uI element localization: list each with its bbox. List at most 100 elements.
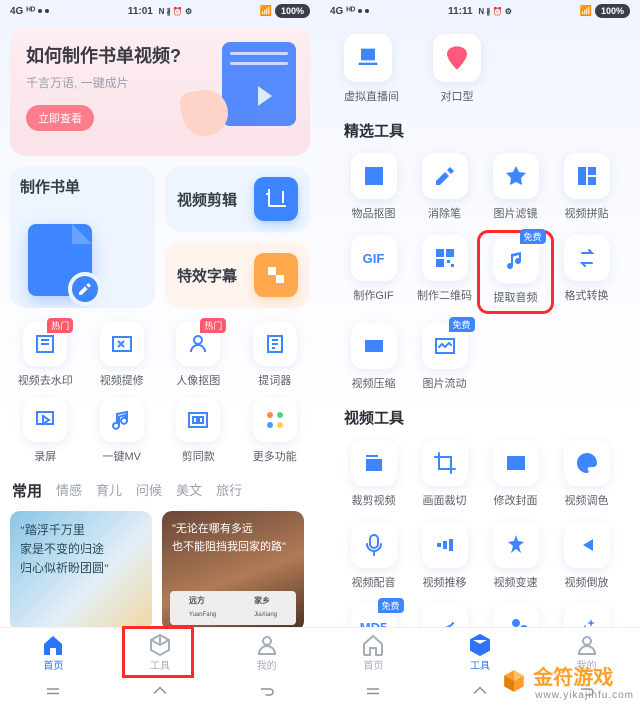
user-icon	[255, 633, 279, 657]
tool-item[interactable]: 修改封面	[482, 440, 549, 508]
tool-item[interactable]: GIF 制作GIF	[340, 235, 407, 309]
tool-icon	[564, 522, 610, 568]
tool-label: 画面裁切	[411, 492, 478, 508]
tool-item[interactable]	[482, 604, 549, 627]
feature-item[interactable]: 热门 视频去水印	[10, 322, 81, 388]
tool-icon	[351, 522, 397, 568]
hero-cta-button[interactable]: 立即查看	[26, 105, 94, 131]
nav-tools[interactable]: 工具	[130, 633, 190, 672]
tool-label: 修改封面	[482, 492, 549, 508]
ticket-graphic: 远方YuanFang 家乡JiaXiang	[170, 591, 296, 625]
sys-recents-icon[interactable]	[44, 683, 62, 701]
header-app[interactable]: 对口型	[433, 34, 481, 104]
battery-pill: 100%	[275, 4, 310, 18]
tool-icon	[564, 153, 610, 199]
feature-label: 更多功能	[240, 448, 311, 464]
user-icon	[575, 633, 599, 657]
tool-item[interactable]: 裁剪视频	[340, 440, 407, 508]
tool-label: 制作二维码	[411, 287, 478, 303]
tab-item[interactable]: 常用	[12, 480, 42, 501]
feature-icon	[100, 322, 144, 366]
tool-item[interactable]: 视频配音	[340, 522, 407, 590]
feature-item[interactable]: 提词器	[240, 322, 311, 388]
sys-back-icon[interactable]	[258, 683, 276, 701]
tool-icon	[564, 235, 610, 281]
feature-item[interactable]: 更多功能	[240, 398, 311, 464]
feature-icon	[253, 398, 297, 442]
template-card-a[interactable]: "踏浮千万里 家是不变的归途 归心似祈盼团圆"	[10, 511, 152, 627]
tool-label: 视频推移	[411, 574, 478, 590]
sys-home-icon[interactable]	[151, 683, 169, 701]
tool-item[interactable]: 物品抠图	[340, 153, 407, 221]
tool-label: 视频调色	[553, 492, 620, 508]
tab-item[interactable]: 问候	[136, 480, 162, 501]
tool-icon	[351, 440, 397, 486]
card-video-edit[interactable]: 视频剪辑	[165, 166, 310, 232]
feature-label: 视频提修	[87, 372, 158, 388]
tool-item[interactable]: 视频推移	[411, 522, 478, 590]
tool-item[interactable]: 视频调色	[553, 440, 620, 508]
tool-item[interactable]: 制作二维码	[411, 235, 478, 309]
tab-item[interactable]: 美文	[176, 480, 202, 501]
tool-icon	[422, 522, 468, 568]
tool-item[interactable]	[553, 604, 620, 627]
selected-tools-grid: 物品抠图 消除笔 图片滤镜 视频拼贴 GIF 制作GIF 制作二维码 免费 提取…	[330, 147, 630, 401]
tab-item[interactable]: 育儿	[96, 480, 122, 501]
nav-label: 首页	[23, 657, 83, 672]
nav-label: 我的	[237, 657, 297, 672]
tool-label: 视频拼贴	[553, 205, 620, 221]
nav-home[interactable]: 首页	[23, 633, 83, 672]
feature-item[interactable]: 热门 人像抠图	[163, 322, 234, 388]
quote-line: 也不能阻挡我回家的路"	[172, 539, 294, 557]
box-icon	[148, 633, 172, 657]
nav-home[interactable]: 首页	[343, 633, 403, 672]
feature-item[interactable]: 剪同款	[163, 398, 234, 464]
watermark-url: www.yikajinfu.com	[535, 690, 634, 701]
tool-icon	[493, 440, 539, 486]
tool-label: 物品抠图	[340, 205, 407, 221]
tool-label: 消除笔	[411, 205, 478, 221]
quote-line: "踏浮千万里	[20, 521, 142, 540]
bottom-nav: 首页 工具 我的	[0, 627, 320, 677]
tool-item[interactable]: 格式转换	[553, 235, 620, 309]
feature-item[interactable]: 视频提修	[87, 322, 158, 388]
tool-item[interactable]: 画面裁切	[411, 440, 478, 508]
feature-item[interactable]: 一键MV	[87, 398, 158, 464]
feature-item[interactable]: 录屏	[10, 398, 81, 464]
feature-label: 一键MV	[87, 448, 158, 464]
feature-label: 人像抠图	[163, 372, 234, 388]
status-time: 11:11	[448, 6, 472, 17]
tool-item[interactable]: 视频变速	[482, 522, 549, 590]
sys-recents-icon[interactable]	[364, 683, 382, 701]
tool-item[interactable]: 免费 提取音频	[482, 235, 549, 309]
header-app[interactable]: 虚拟直播间	[344, 34, 399, 104]
app-label: 虚拟直播间	[344, 88, 399, 104]
tool-item[interactable]: 免费 图片流动	[411, 323, 478, 391]
card-fx-subtitle[interactable]: 特效字幕	[165, 242, 310, 308]
tab-item[interactable]: 情感	[56, 480, 82, 501]
status-icons: N ∦ ⏰ ⚙	[478, 7, 512, 16]
app-icon	[433, 34, 481, 82]
tool-item[interactable]: 图片滤镜	[482, 153, 549, 221]
feature-icon	[100, 398, 144, 442]
template-card-b[interactable]: "无论在哪有多远 也不能阻挡我回家的路" 远方YuanFang 家乡JiaXia…	[162, 511, 304, 627]
tool-item[interactable]: 视频拼贴	[553, 153, 620, 221]
nav-me[interactable]: 我的	[237, 633, 297, 672]
tool-item[interactable]	[411, 604, 478, 627]
tab-item[interactable]: 旅行	[216, 480, 242, 501]
tool-item[interactable]: 免费 MD5 改MD5	[340, 604, 407, 627]
card-make-booklist[interactable]: 制作书单	[10, 166, 155, 308]
tool-item[interactable]: 消除笔	[411, 153, 478, 221]
free-tag: 免费	[520, 229, 546, 244]
sys-home-icon[interactable]	[471, 683, 489, 701]
crop-icon	[254, 177, 298, 221]
free-tag: 免费	[449, 317, 475, 332]
nav-label: 首页	[343, 657, 403, 672]
card-title: 制作书单	[20, 176, 145, 197]
quote-line: 家是不变的归途	[20, 540, 142, 559]
tool-item[interactable]: 视频压缩	[340, 323, 407, 391]
tool-item[interactable]: 视频倒放	[553, 522, 620, 590]
quote-line: "无论在哪有多远	[172, 521, 294, 539]
hero-banner[interactable]: 如何制作书单视频? 千言万语, 一键成片 立即查看	[10, 28, 310, 156]
hot-tag: 热门	[47, 318, 73, 333]
